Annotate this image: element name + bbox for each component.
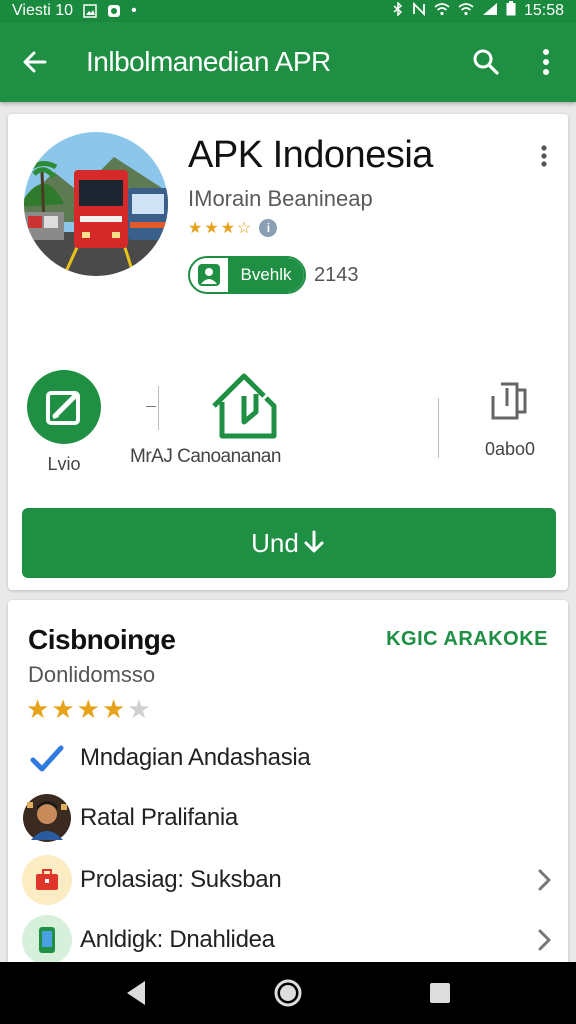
avatar <box>22 793 72 843</box>
battery-icon <box>506 1 516 21</box>
download-icon <box>304 530 324 553</box>
gallery-icon <box>83 4 97 18</box>
overflow-menu-button[interactable] <box>516 22 576 102</box>
section-more-link[interactable]: KGIC ARAKOKE <box>386 628 548 651</box>
action-share-label: 0abo0 <box>484 439 536 459</box>
action-edit[interactable]: Lvio <box>22 370 106 475</box>
clock-label: 15:58 <box>523 2 564 19</box>
list-item-label: Anldigk: Dnahlidea <box>80 926 275 953</box>
install-button[interactable]: Und <box>22 508 556 578</box>
search-button[interactable] <box>456 22 516 102</box>
list-item[interactable]: Ratal Pralifania <box>22 790 558 846</box>
nav-home-button[interactable] <box>258 963 318 1023</box>
list-item-label: Prolasiag: Suksban <box>80 866 282 893</box>
category-badge[interactable]: Bvehlk <box>188 256 306 294</box>
group-icon <box>192 258 226 292</box>
app-title: APK Indonesia <box>188 134 433 176</box>
signal-icon <box>482 2 498 21</box>
app-details-card: APK Indonesia IMorain Beanineap ★ ★ ★ ☆ … <box>8 114 568 590</box>
list-item[interactable]: Mndagian Andashasia <box>22 730 558 786</box>
star-half-icon: ★ <box>101 694 126 724</box>
info-icon[interactable]: i <box>259 219 278 237</box>
action-install-icon[interactable] <box>208 368 284 444</box>
section-subtitle: Donlidomsso <box>28 662 156 687</box>
arrow-left-icon <box>23 51 47 73</box>
star-icon: ★ <box>51 694 75 724</box>
chevron-right-icon <box>538 869 551 891</box>
star-icon: ★ <box>188 220 203 237</box>
divider <box>438 398 439 458</box>
review-count: 2143 <box>314 264 359 286</box>
separator <box>146 406 156 407</box>
star-icon: ★ <box>76 694 100 724</box>
nfc-icon <box>412 1 426 21</box>
nav-back-button[interactable] <box>106 963 166 1023</box>
nav-recents-button[interactable] <box>410 963 470 1023</box>
list-item[interactable]: Prolasiag: Suksban <box>22 852 558 908</box>
more-vert-icon <box>541 145 547 167</box>
star-icon: ★ <box>204 220 219 237</box>
section-title: Cisbnoinge <box>28 624 176 655</box>
back-button[interactable] <box>0 22 70 102</box>
wifi-icon <box>434 2 450 21</box>
action-edit-label: Lvio <box>47 454 81 474</box>
edit-icon <box>46 391 80 425</box>
star-icon: ★ <box>220 220 236 237</box>
recents-square-icon <box>430 983 450 1003</box>
search-icon <box>473 49 499 75</box>
badge-label: Bvehlk <box>228 258 304 292</box>
carrier-label: Viesti 10 <box>12 2 74 19</box>
phone-icon <box>22 915 72 965</box>
app-overflow-button[interactable] <box>534 142 554 172</box>
back-triangle-icon <box>127 981 145 1005</box>
category-section-card: Cisbnoinge KGIC ARAKOKE Donlidomsso ★ ★ … <box>8 600 568 1020</box>
edit-circle <box>27 370 101 444</box>
app-rating-stars: ★ ★ ★ ☆ i <box>188 218 278 238</box>
status-bar: Viesti 10 • 15:58 <box>0 0 576 22</box>
action-install-label: MrAJ Canoananan <box>130 446 281 467</box>
more-vert-icon <box>543 49 549 75</box>
list-item-label: Mndagian Andashasia <box>80 744 311 771</box>
check-icon <box>22 733 72 783</box>
star-icon: ★ <box>26 694 50 724</box>
dot-icon: • <box>131 2 137 19</box>
star-half-icon: ☆ <box>237 220 252 237</box>
star-empty-icon: ★ <box>127 694 151 724</box>
divider <box>158 386 159 430</box>
developer-name[interactable]: IMorain Beanineap <box>188 186 373 212</box>
bluetooth-icon <box>392 0 404 21</box>
app-icon-image[interactable] <box>24 132 168 276</box>
action-share[interactable]: 0abo0 <box>470 378 550 460</box>
app-toolbar: Inlbolmanedian APR <box>0 22 576 102</box>
toolbar-title: Inlbolmanedian APR <box>86 46 331 77</box>
wifi-alt-icon <box>458 2 474 21</box>
notification-icon <box>107 4 121 18</box>
install-button-label: Und <box>251 527 299 558</box>
home-circle-icon <box>274 979 302 1007</box>
list-item[interactable]: Anldigk: Dnahlidea <box>22 912 558 968</box>
home-download-icon <box>212 373 277 439</box>
section-rating-stars: ★ ★ ★ ★ ★ <box>26 694 151 725</box>
system-nav-bar <box>0 962 576 1024</box>
device-icon <box>491 382 527 420</box>
list-item-label: Ratal Pralifania <box>80 804 238 831</box>
chevron-right-icon <box>538 929 551 951</box>
briefcase-icon <box>22 855 72 905</box>
